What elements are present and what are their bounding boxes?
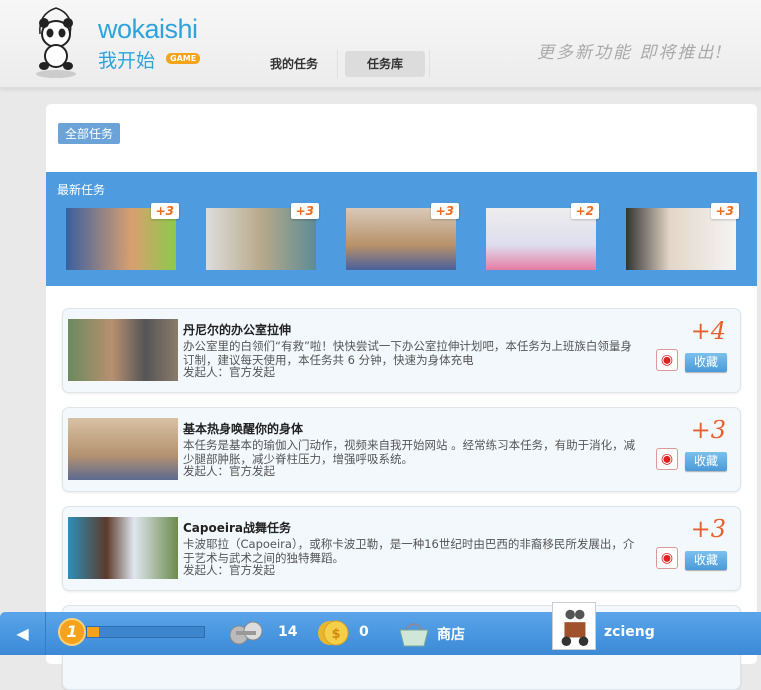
logo-cn-text: 我开始: [98, 50, 156, 72]
task-author: 发起人：官方发起: [183, 563, 275, 577]
all-tasks-filter[interactable]: 全部任务: [58, 123, 121, 144]
points-tag: +3: [710, 203, 739, 219]
main-panel: 全部任务 最新任务 +3 +3 +3 +2 +3 丹尼尔的办公室拉伸 办公室里的…: [46, 104, 757, 690]
latest-task-thumb[interactable]: +3: [66, 203, 179, 270]
task-author: 发起人：官方发起: [183, 365, 275, 379]
favorite-button[interactable]: 收藏: [685, 353, 727, 372]
favorite-button[interactable]: 收藏: [685, 452, 727, 471]
points-tag: +3: [430, 203, 459, 219]
task-title[interactable]: 丹尼尔的办公室拉伸: [183, 321, 291, 338]
nav-my-tasks[interactable]: 我的任务: [258, 51, 330, 77]
latest-task-thumb[interactable]: +3: [626, 203, 739, 270]
header: wokaishi 我开始 GAME 我的任务 任务库 更多新功能 即将推出!: [0, 0, 761, 88]
task-title[interactable]: Capoeira战舞任务: [183, 519, 291, 536]
task-thumbnail[interactable]: [68, 319, 178, 381]
xp-progress-bar: [86, 626, 205, 638]
task-author: 发起人：官方发起: [183, 464, 275, 478]
favorite-button[interactable]: 收藏: [685, 551, 727, 570]
task-title[interactable]: 基本热身唤醒你的身体: [183, 420, 303, 437]
promo-text: 更多新功能 即将推出!: [537, 43, 725, 63]
coin-icon: $: [318, 620, 349, 646]
task-points: +4: [690, 317, 726, 345]
coin-count: 0: [359, 624, 369, 640]
task-card[interactable]: Capoeira战舞任务 卡波耶拉（Capoeira），或称卡波卫勒，是一种16…: [62, 506, 741, 591]
task-description: 本任务是基本的瑜伽入门动作，视频来自我开始网站 。经常练习本任务，有助于消化，减…: [183, 438, 636, 466]
latest-tasks-title: 最新任务: [57, 183, 106, 197]
points-tag: +3: [290, 203, 319, 219]
dumbbell-count: 14: [278, 624, 298, 640]
points-tag: +3: [150, 203, 179, 219]
latest-tasks-strip: 最新任务 +3 +3 +3 +2 +3: [46, 172, 757, 286]
weibo-share-icon[interactable]: ◉: [656, 349, 678, 371]
bottom-status-bar: ◀ 1 14 $ 0 商店 zcieng: [0, 602, 761, 655]
dumbbell-icon: [230, 621, 262, 645]
logo-game-badge: GAME: [166, 53, 201, 64]
task-points: +3: [690, 515, 726, 543]
shop-link[interactable]: 商店: [437, 624, 465, 644]
points-tag: +2: [570, 203, 599, 219]
task-points: +3: [690, 416, 726, 444]
latest-task-thumb[interactable]: +2: [486, 203, 599, 270]
task-description: 办公室里的白领们“有救”啦！快快尝试一下办公室拉伸计划吧，本任务为上班族白领量身…: [183, 339, 632, 367]
panda-logo-icon: [36, 7, 76, 78]
nav-divider: [337, 50, 338, 78]
xp-progress-fill: [87, 627, 99, 637]
task-description: 卡波耶拉（Capoeira），或称卡波卫勒，是一种16世纪时由巴西的非裔移民所发…: [183, 537, 635, 565]
logo-text: wokaishi: [98, 14, 198, 44]
avatar[interactable]: [552, 602, 596, 650]
latest-task-thumb[interactable]: +3: [206, 203, 319, 270]
nav-divider: [429, 50, 430, 78]
username[interactable]: zcieng: [604, 624, 655, 640]
task-card[interactable]: 基本热身唤醒你的身体 本任务是基本的瑜伽入门动作，视频来自我开始网站 。经常练习…: [62, 407, 741, 492]
shopping-basket-icon[interactable]: [398, 618, 430, 648]
nav-task-library[interactable]: 任务库: [345, 51, 425, 77]
task-thumbnail[interactable]: [68, 418, 178, 480]
latest-task-thumb[interactable]: +3: [346, 203, 459, 270]
svg-text:$: $: [331, 627, 340, 642]
task-thumbnail[interactable]: [68, 517, 178, 579]
collapse-arrow-icon[interactable]: ◀: [0, 612, 46, 655]
task-card[interactable]: 丹尼尔的办公室拉伸 办公室里的白领们“有救”啦！快快尝试一下办公室拉伸计划吧，本…: [62, 308, 741, 393]
level-badge: 1: [58, 618, 86, 646]
weibo-share-icon[interactable]: ◉: [656, 448, 678, 470]
weibo-share-icon[interactable]: ◉: [656, 547, 678, 569]
